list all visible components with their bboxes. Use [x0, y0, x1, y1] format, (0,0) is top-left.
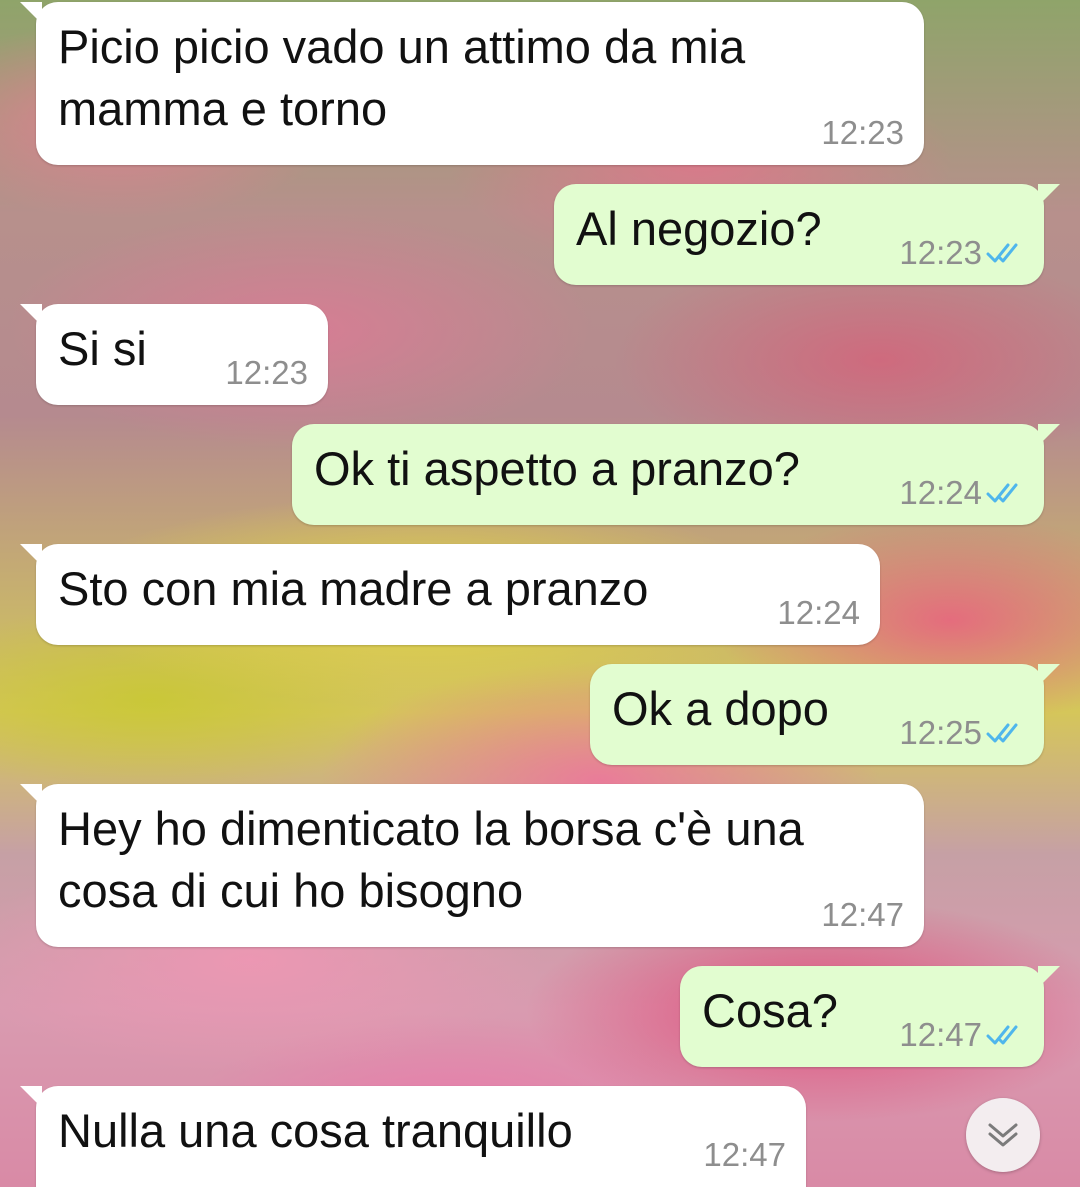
- message-line: Hey ho dimenticato la borsa c'è una: [58, 802, 804, 855]
- message-text: Ok a dopo: [612, 678, 829, 740]
- chat-screen: { "messages": [ {"direction":"in","lines…: [0, 0, 1080, 1187]
- message-line: mamma e torno: [58, 82, 388, 135]
- scroll-to-bottom-button[interactable]: [966, 1098, 1040, 1172]
- message-line: Sto con mia madre a pranzo: [58, 562, 649, 615]
- message-text: Nulla una cosa tranquillo: [58, 1100, 573, 1162]
- message-bubble-incoming[interactable]: Nulla una cosa tranquillo 12:47: [20, 1086, 806, 1187]
- message-bubble-outgoing[interactable]: Cosa? 12:47: [680, 966, 1060, 1067]
- message-bubble-outgoing[interactable]: Ok a dopo 12:25: [590, 664, 1060, 765]
- message-time: 12:47: [821, 896, 904, 933]
- message-time: 12:25: [899, 714, 982, 751]
- message-bubble-incoming[interactable]: Picio picio vado un attimo da mia mamma …: [20, 2, 924, 165]
- message-bubble-incoming[interactable]: Si si 12:23: [20, 304, 328, 405]
- message-time: 12:24: [899, 474, 982, 511]
- message-line: Si si: [58, 322, 147, 375]
- message-text: Ok ti aspetto a pranzo?: [314, 438, 800, 500]
- double-check-icon: [986, 723, 1018, 743]
- message-line: Ok a dopo: [612, 682, 829, 735]
- message-bubble-outgoing[interactable]: Ok ti aspetto a pranzo? 12:24: [292, 424, 1060, 525]
- message-text: Cosa?: [702, 980, 838, 1042]
- message-time: 12:24: [777, 594, 860, 631]
- message-text: Si si: [58, 318, 147, 380]
- message-line: cosa di cui ho bisogno: [58, 864, 524, 917]
- message-text: Picio picio vado un attimo da mia mamma …: [58, 16, 745, 140]
- message-time: 12:47: [899, 1016, 982, 1053]
- message-line: Ok ti aspetto a pranzo?: [314, 442, 800, 495]
- double-check-icon: [986, 1025, 1018, 1045]
- message-text: Hey ho dimenticato la borsa c'è una cosa…: [58, 798, 804, 922]
- message-time: 12:23: [821, 114, 904, 151]
- message-time: 12:23: [899, 234, 982, 271]
- message-line: Picio picio vado un attimo da mia: [58, 20, 746, 73]
- message-bubble-incoming[interactable]: Hey ho dimenticato la borsa c'è una cosa…: [20, 784, 924, 947]
- double-chevron-down-icon: [988, 1123, 1018, 1147]
- message-text: Sto con mia madre a pranzo: [58, 558, 648, 620]
- message-text: Al negozio?: [576, 198, 822, 260]
- message-time: 12:47: [703, 1136, 786, 1173]
- message-line: Cosa?: [702, 984, 838, 1037]
- double-check-icon: [986, 243, 1018, 263]
- message-line: Al negozio?: [576, 202, 822, 255]
- message-bubble-outgoing[interactable]: Al negozio? 12:23: [554, 184, 1060, 285]
- message-bubble-incoming[interactable]: Sto con mia madre a pranzo 12:24: [20, 544, 880, 645]
- message-line: Nulla una cosa tranquillo: [58, 1104, 573, 1157]
- double-check-icon: [986, 483, 1018, 503]
- message-time: 12:23: [225, 354, 308, 391]
